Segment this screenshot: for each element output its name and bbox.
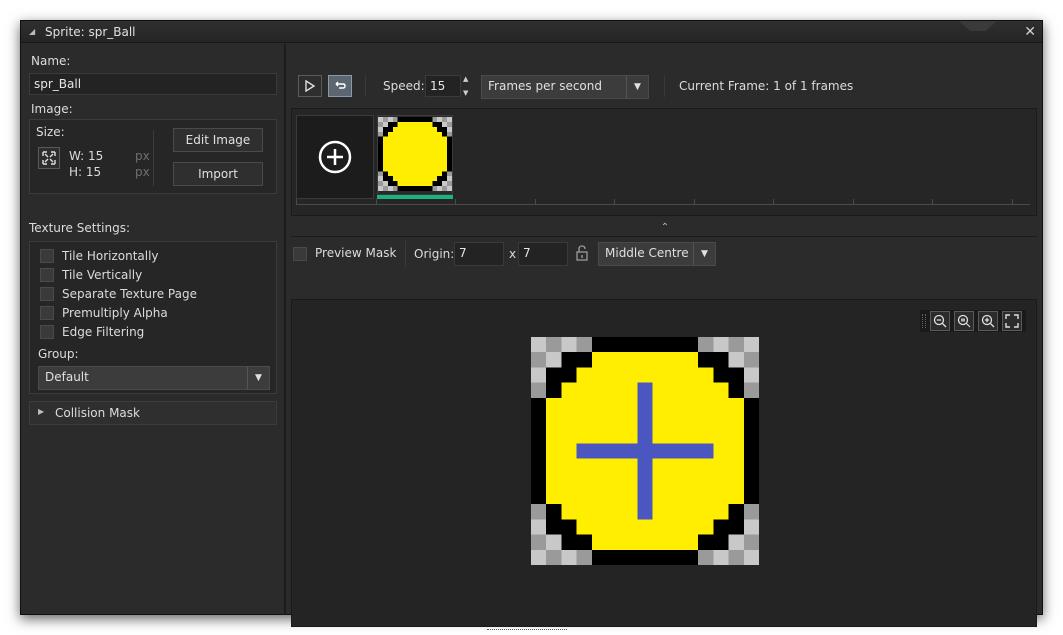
frame-thumbnail[interactable] [377,115,453,195]
origin-preset-select[interactable]: Middle Centre ▼ [598,242,716,266]
group-value: Default [45,370,89,384]
zoom-out-icon[interactable] [930,311,950,331]
double-chevron-up-icon[interactable]: ⌃ [653,222,677,234]
ruler-tick [375,199,377,205]
name-label: Name: [31,54,71,68]
texture-settings-box: Tile Horizontally Tile Vertically Separa… [29,241,277,394]
sprite-properties-panel: Name: spr_Ball Image: Size: W: 15 H: 15 … [21,44,284,615]
plus-circle-icon [318,140,352,174]
zoom-reset-icon[interactable] [954,311,974,331]
grip-handle[interactable] [922,314,926,328]
speed-label: Speed: [383,79,425,93]
mask-separator [405,241,406,267]
image-label: Image: [31,102,73,116]
checkbox[interactable] [40,249,54,263]
checkbox-tile-horizontally[interactable]: Tile Horizontally [40,248,159,264]
speed-unit-select[interactable]: Frames per second ▼ [481,75,649,99]
add-frame-button[interactable] [296,115,374,199]
ruler-tick [773,199,774,205]
speed-unit-value: Frames per second [488,79,602,93]
origin-x-input[interactable]: 7 [454,242,504,266]
preview-mask-label: Preview Mask [315,246,397,260]
edit-image-button[interactable]: Edit Image [173,128,263,152]
checkbox-label: Tile Vertically [62,268,143,282]
collision-mask-label: Collision Mask [55,406,140,420]
current-frame-text: Current Frame: 1 of 1 frames [679,79,854,93]
toolbar-separator [365,75,366,97]
checkbox[interactable] [40,268,54,282]
preview-mask-checkbox[interactable] [293,247,307,261]
sprite-canvas[interactable] [291,299,1037,627]
ruler-tick [614,199,615,205]
ruler-tick [296,199,297,205]
title-bar[interactable]: ◢ Sprite: spr_Ball ✕ [21,21,1042,43]
timeline-ruler [296,204,1030,205]
height-unit: px [135,165,150,179]
checkbox-label: Premultiply Alpha [62,306,168,320]
checkbox-label: Edge Filtering [62,325,145,339]
width-text: W: 15 [69,149,104,163]
lock-icon[interactable] [575,244,591,264]
checkbox-separate-texture-page[interactable]: Separate Texture Page [40,286,197,302]
ruler-tick [455,199,456,205]
size-divider [153,130,154,186]
checkbox[interactable] [40,306,54,320]
stepper-down-icon[interactable]: ▼ [463,89,473,97]
sprite-frames-panel: Speed: 15 ▲ ▼ Frames per second ▼ Curren… [287,44,1043,630]
ruler-tick [693,199,695,205]
toolbar-separator [664,75,665,97]
play-icon[interactable] [298,75,322,97]
ruler-tick [852,199,854,205]
checkbox[interactable] [40,287,54,301]
origin-label: Origin: [414,247,455,261]
height-text: H: 15 [69,165,102,179]
ruler-tick [534,199,536,205]
ruler-tick [932,199,933,205]
loop-icon[interactable] [328,75,352,97]
sprite-name-field[interactable]: spr_Ball [29,73,277,95]
resize-grip[interactable] [487,629,567,632]
texture-settings-label: Texture Settings: [29,221,131,235]
ruler-tick [1011,199,1013,205]
sprite-image [531,337,759,565]
checkbox-edge-filtering[interactable]: Edge Filtering [40,324,144,340]
sprite-editor-window: ◢ Sprite: spr_Ball ✕ Name: spr_Ball Imag… [20,20,1043,630]
splitter[interactable] [291,236,1037,237]
stepper-up-icon[interactable]: ▲ [463,75,473,83]
origin-crosshair-horizontal [576,443,714,459]
checkbox-label: Tile Horizontally [62,249,159,263]
origin-separator: x [509,247,517,261]
zoom-in-icon[interactable] [978,311,998,331]
origin-y-input[interactable]: 7 [518,242,568,266]
close-icon[interactable]: ✕ [1024,24,1036,40]
collision-mask-section[interactable]: ▶ Collision Mask [29,401,277,425]
group-label: Group: [38,347,79,361]
checkbox-premultiply-alpha[interactable]: Premultiply Alpha [40,305,168,321]
chevron-down-icon: ▼ [693,243,715,265]
group-select[interactable]: Default ▼ [38,366,270,390]
origin-preset-value: Middle Centre [605,246,689,260]
image-size-box: Size: W: 15 H: 15 px px Edit Image Impor… [29,119,277,194]
fullscreen-icon[interactable] [1002,311,1022,331]
triangle-down-icon[interactable]: ◢ [29,27,35,36]
chevron-down-icon: ▼ [247,367,269,389]
expand-arrow-icon: ▶ [38,407,45,416]
speed-stepper[interactable]: ▲ ▼ [463,75,473,97]
panel-divider[interactable] [284,44,286,615]
frame-strip [291,108,1037,216]
checkbox-label: Separate Texture Page [62,287,197,301]
width-unit: px [135,149,150,163]
dock-notch [959,21,997,31]
import-button[interactable]: Import [173,162,263,186]
speed-input[interactable]: 15 [425,75,461,97]
checkbox-tile-vertically[interactable]: Tile Vertically [40,267,142,283]
frame-1-preview [378,117,452,191]
resize-icon[interactable] [38,147,60,169]
zoom-toolbar [920,310,1026,332]
frame-selected-indicator [377,195,453,199]
chevron-down-icon: ▼ [626,76,648,98]
checkbox[interactable] [40,325,54,339]
window-title: Sprite: spr_Ball [45,25,136,39]
size-label: Size: [36,125,65,139]
